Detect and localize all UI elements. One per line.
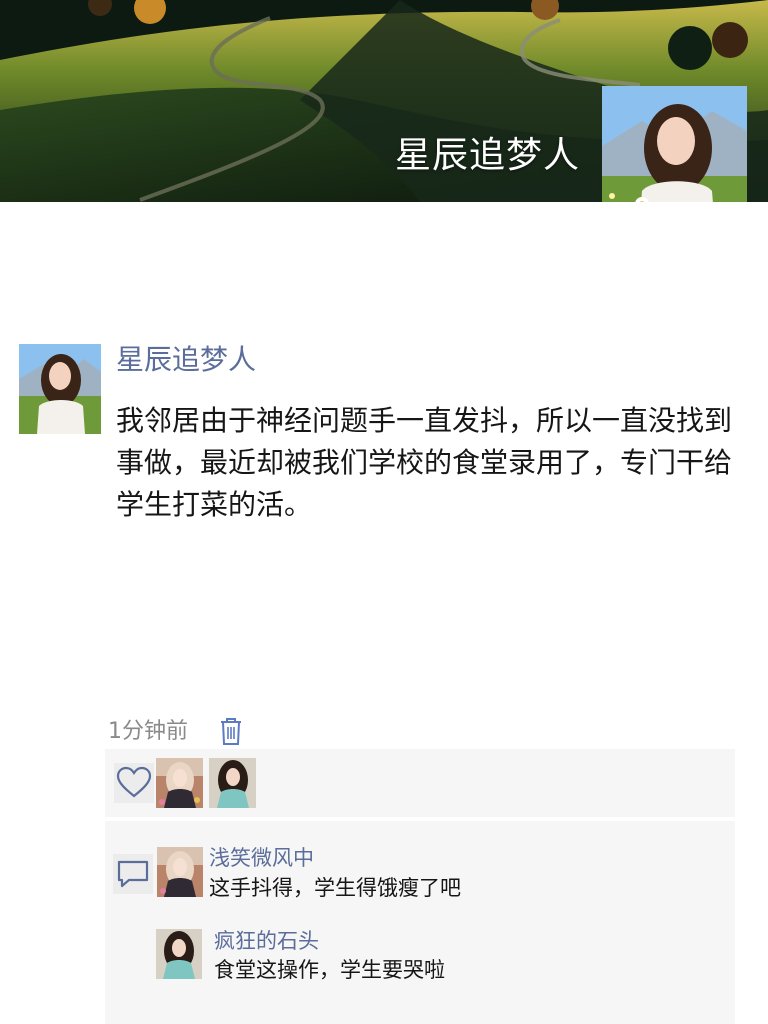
- profile-avatar[interactable]: [602, 86, 747, 202]
- cover-username: 星辰追梦人: [394, 135, 580, 176]
- post-author-name[interactable]: 星辰追梦人: [116, 340, 256, 380]
- comment-bubble-icon: [113, 854, 153, 894]
- likes-panel: [105, 749, 735, 817]
- liker-avatar-1[interactable]: [156, 758, 203, 808]
- trash-icon[interactable]: [218, 716, 244, 746]
- heart-icon: [114, 763, 154, 803]
- comments-panel: 浅笑微风中 这手抖得，学生得饿瘦了吧 疯狂的石头 食堂这操作，学生要哭啦: [105, 821, 735, 1024]
- comment-text: 食堂这操作，学生要哭啦: [214, 958, 445, 982]
- author-photo-icon: [19, 344, 101, 434]
- commenter-avatar-2[interactable]: [156, 929, 202, 979]
- cover-image[interactable]: 星辰追梦人: [0, 0, 768, 202]
- commenter-avatar-1[interactable]: [157, 847, 203, 897]
- liker-avatar-2[interactable]: [209, 758, 256, 808]
- comment-text: 这手抖得，学生得饿瘦了吧: [209, 876, 461, 900]
- comment-author[interactable]: 浅笑微风中: [209, 843, 314, 873]
- post-timestamp: 1分钟前: [108, 719, 188, 744]
- post-text: 我邻居由于神经问题手一直发抖，所以一直没找到事做，最近却被我们学校的食堂录用了，…: [116, 404, 733, 521]
- post-author-avatar[interactable]: [19, 344, 101, 434]
- comment-author[interactable]: 疯狂的石头: [214, 926, 319, 956]
- profile-photo-icon: [602, 86, 747, 202]
